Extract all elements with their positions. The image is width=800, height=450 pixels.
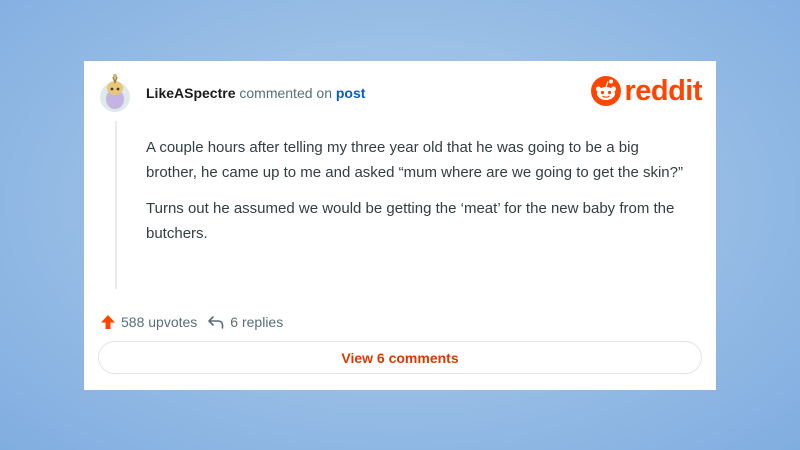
- comment-action-text: commented on: [239, 85, 332, 101]
- post-link[interactable]: post: [336, 85, 366, 101]
- comment-paragraph: A couple hours after telling my three ye…: [146, 139, 683, 181]
- upvote-count: 588 upvotes: [121, 314, 198, 330]
- user-avatar[interactable]: [98, 73, 132, 113]
- replies-button[interactable]: 6 replies: [207, 314, 283, 330]
- upvote-arrow-icon: [101, 315, 115, 329]
- reply-count: 6 replies: [230, 314, 284, 330]
- thread-line[interactable]: [115, 121, 117, 289]
- username-link[interactable]: LikeASpectre: [146, 85, 235, 101]
- comment-body: A couple hours after telling my three ye…: [146, 135, 686, 257]
- comment-card: LikeASpectre commented on post reddit A …: [84, 61, 716, 390]
- reddit-logo[interactable]: reddit: [591, 76, 702, 106]
- comment-header: LikeASpectre commented on post: [146, 85, 365, 101]
- reddit-wordmark: reddit: [624, 75, 702, 107]
- avatar-icon: [100, 74, 130, 112]
- upvote-button[interactable]: 588 upvotes: [100, 314, 197, 330]
- comment-paragraph: Turns out he assumed we would be getting…: [146, 200, 675, 242]
- view-comments-button[interactable]: View 6 comments: [98, 341, 702, 374]
- reply-arrow-icon: [208, 316, 224, 329]
- comment-actions: 588 upvotes 6 replies: [100, 314, 283, 330]
- reddit-snoo-icon: [591, 76, 622, 106]
